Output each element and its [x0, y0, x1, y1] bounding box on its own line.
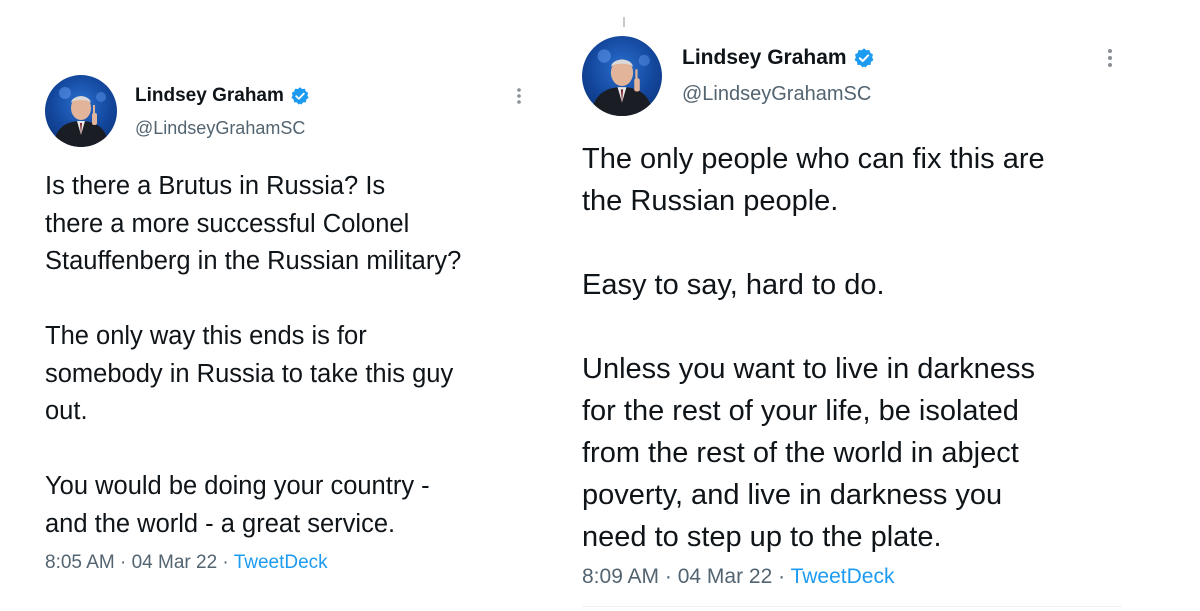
tweet-paragraph: The only people who can fix this are the… [582, 138, 1045, 222]
author-name-row[interactable]: Lindsey Graham [682, 45, 875, 71]
author-name[interactable]: Lindsey Graham [135, 85, 284, 107]
tweet-line: from the rest of the world in abject [582, 437, 1019, 469]
tweet-paragraph: Unless you want to live in darkness for … [582, 348, 1045, 558]
more-options-icon[interactable] [512, 86, 526, 106]
tweet-line: Is there a Brutus in Russia? Is [45, 172, 386, 200]
tweet-paragraph: Easy to say, hard to do. [582, 264, 1045, 306]
tweet-line: Stauffenberg in the Russian military? [45, 247, 462, 275]
meta-separator: · [114, 552, 132, 573]
tweet-text: Is there a Brutus in Russia? Is there a … [45, 168, 461, 543]
more-options-icon[interactable] [1103, 47, 1117, 69]
author-handle[interactable]: @LindseyGrahamSC [135, 118, 305, 139]
tweet-meta: 8:05 AM · 04 Mar 22 · TweetDeck [45, 552, 328, 574]
avatar[interactable] [45, 75, 117, 147]
meta-separator: · [772, 565, 791, 588]
tweet-card: Lindsey Graham @LindseyGrahamSC Is there… [0, 0, 570, 611]
verified-badge-icon [853, 47, 875, 69]
tweet-line: poverty, and live in darkness you [582, 479, 1003, 511]
tweet-time[interactable]: 8:09 AM [582, 565, 659, 588]
tweet-source-link[interactable]: TweetDeck [791, 565, 895, 588]
author-name-row[interactable]: Lindsey Graham [135, 84, 310, 108]
tweet-date[interactable]: 04 Mar 22 [132, 552, 218, 573]
tweet-date[interactable]: 04 Mar 22 [678, 565, 773, 588]
tweet-meta: 8:09 AM · 04 Mar 22 · TweetDeck [582, 565, 894, 589]
tweet-source-link[interactable]: TweetDeck [234, 552, 328, 573]
tweet-line: The only way this ends is for [45, 322, 367, 350]
tweet-paragraph: Is there a Brutus in Russia? Is there a … [45, 168, 461, 281]
tweet-line: the Russian people. [582, 185, 839, 217]
meta-separator: · [217, 552, 234, 573]
tweet-paragraph: You would be doing your country - and th… [45, 468, 461, 543]
tweet-line: need to step up to the plate. [582, 521, 942, 553]
tweet-line: there a more successful Colonel [45, 209, 410, 238]
verified-badge-icon [290, 86, 310, 106]
profile-photo-icon [590, 49, 654, 116]
profile-photo-icon [53, 87, 109, 147]
tweet-line: Easy to say, hard to do. [582, 269, 885, 301]
tweet-paragraph: The only way this ends is for somebody i… [45, 318, 461, 431]
tweet-card: Lindsey Graham @LindseyGrahamSC The only… [570, 0, 1200, 611]
author-handle[interactable]: @LindseyGrahamSC [682, 83, 871, 106]
tweet-line: out. [45, 397, 88, 425]
tweet-line: The only people who can fix this are [582, 143, 1045, 175]
tweet-line: Unless you want to live in darkness [582, 353, 1035, 385]
tweet-line: and the world - a great service. [45, 509, 396, 538]
tweet-time[interactable]: 8:05 AM [45, 552, 115, 573]
avatar[interactable] [582, 36, 662, 116]
tweet-line: for the rest of your life, be isolated [582, 395, 1019, 427]
tweet-line: You would be doing your country - [45, 472, 430, 500]
meta-separator: · [659, 565, 678, 588]
author-name[interactable]: Lindsey Graham [682, 46, 847, 70]
divider [582, 606, 1122, 607]
tweet-line: somebody in Russia to take this guy [45, 359, 454, 388]
tweet-text: The only people who can fix this are the… [582, 138, 1045, 558]
